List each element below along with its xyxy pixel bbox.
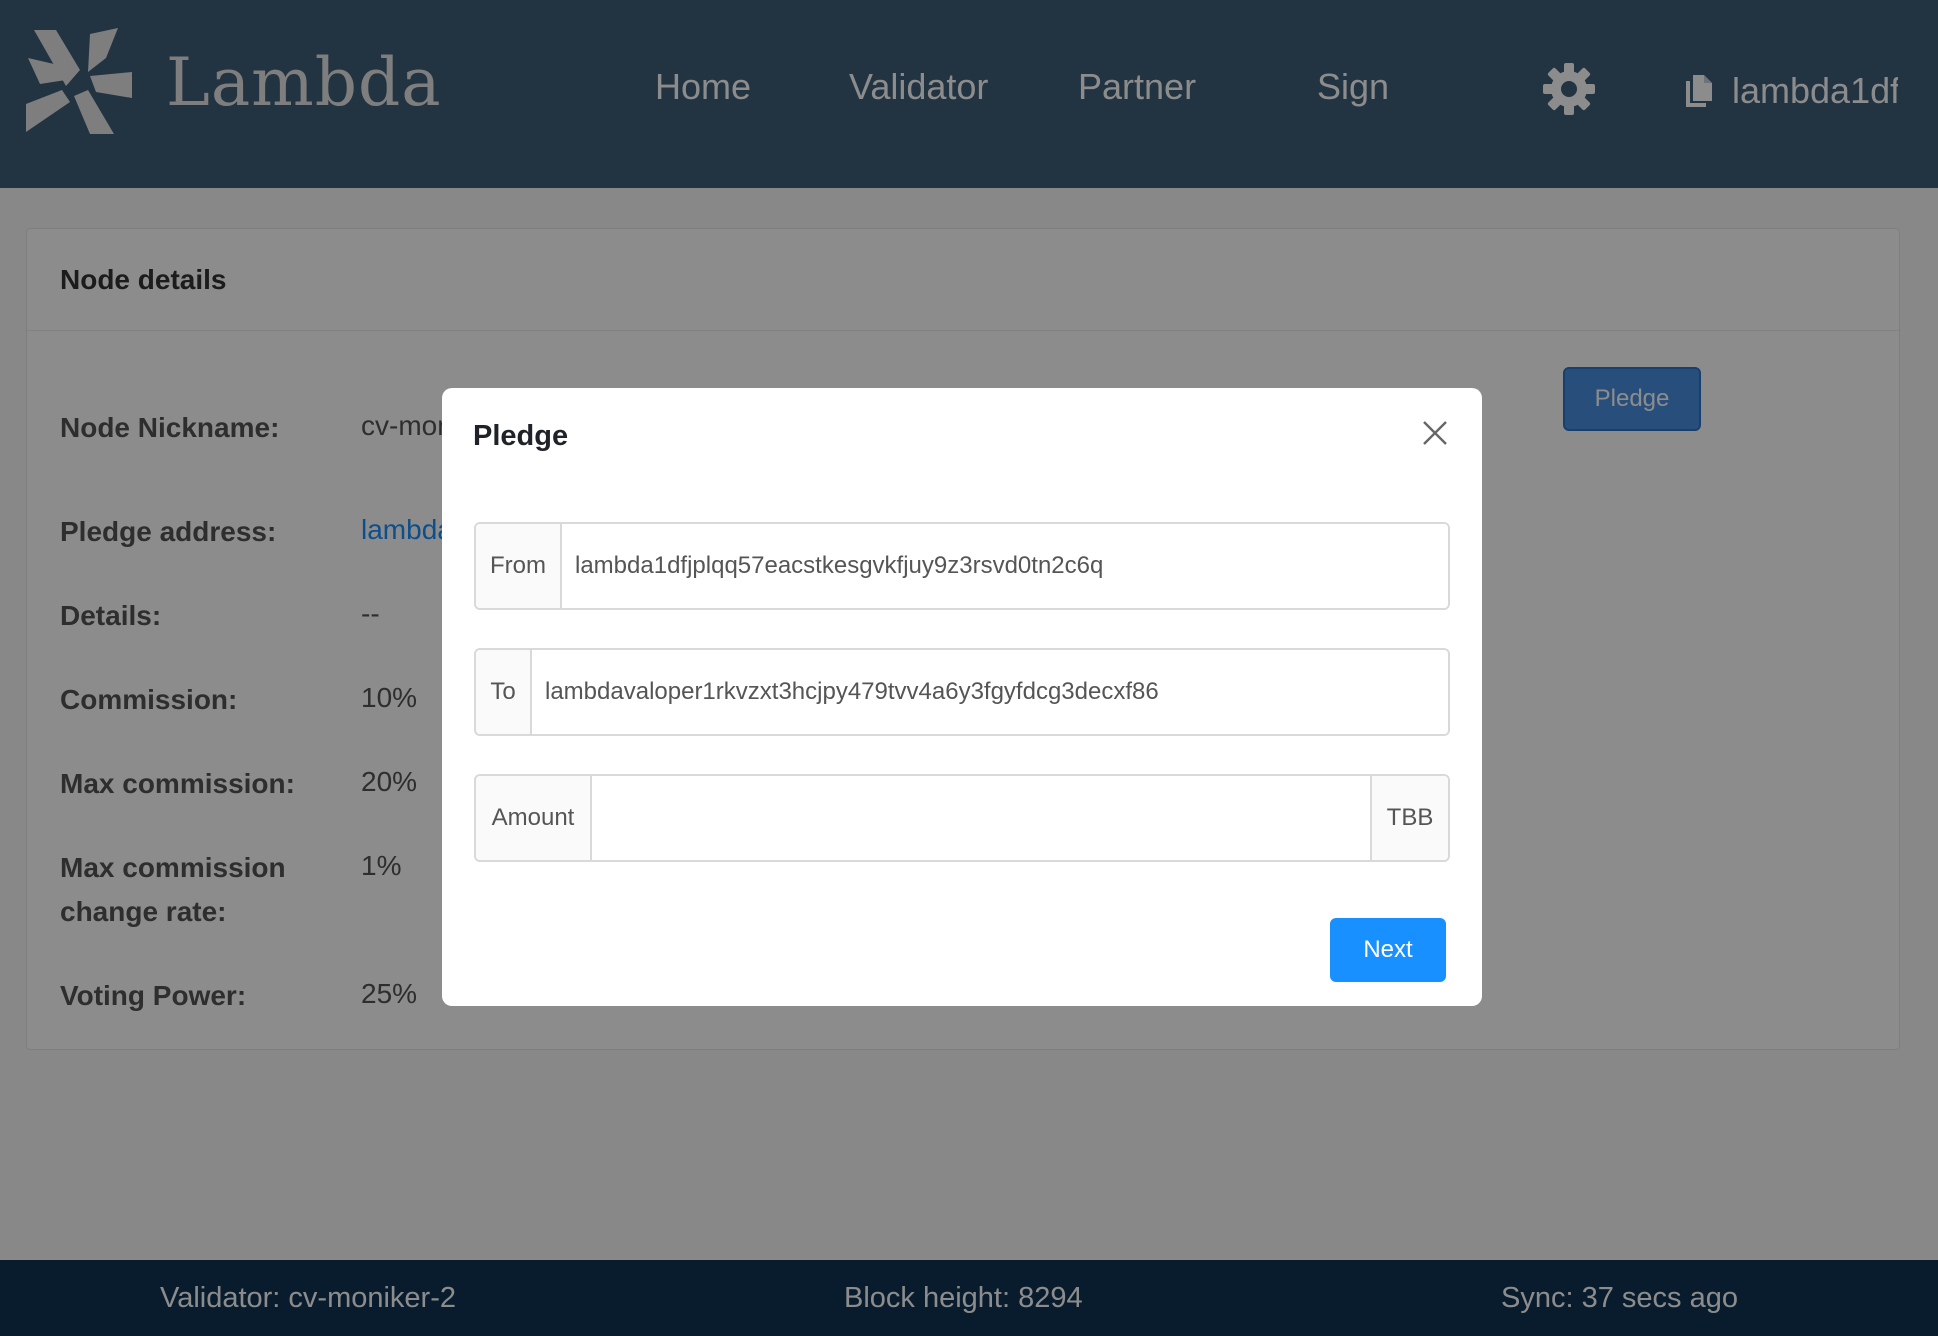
close-icon[interactable] <box>1418 416 1452 450</box>
from-field[interactable]: lambda1dfjplqq57eacstkesgvkfjuy9z3rsvd0t… <box>562 524 1448 608</box>
next-button[interactable]: Next <box>1330 918 1446 982</box>
modal-title: Pledge <box>473 420 569 452</box>
amount-label: Amount <box>476 776 592 860</box>
to-label: To <box>476 650 532 734</box>
amount-input[interactable] <box>592 776 1370 860</box>
from-label: From <box>476 524 562 608</box>
to-field[interactable]: lambdavaloper1rkvzxt3hcjpy479tvv4a6y3fgy… <box>532 650 1448 734</box>
to-input-group: To lambdavaloper1rkvzxt3hcjpy479tvv4a6y3… <box>474 648 1450 736</box>
from-input-group: From lambda1dfjplqq57eacstkesgvkfjuy9z3r… <box>474 522 1450 610</box>
amount-input-group: Amount TBB <box>474 774 1450 862</box>
amount-unit: TBB <box>1370 776 1448 860</box>
pledge-modal: Pledge From lambda1dfjplqq57eacstkesgvkf… <box>442 388 1482 1006</box>
